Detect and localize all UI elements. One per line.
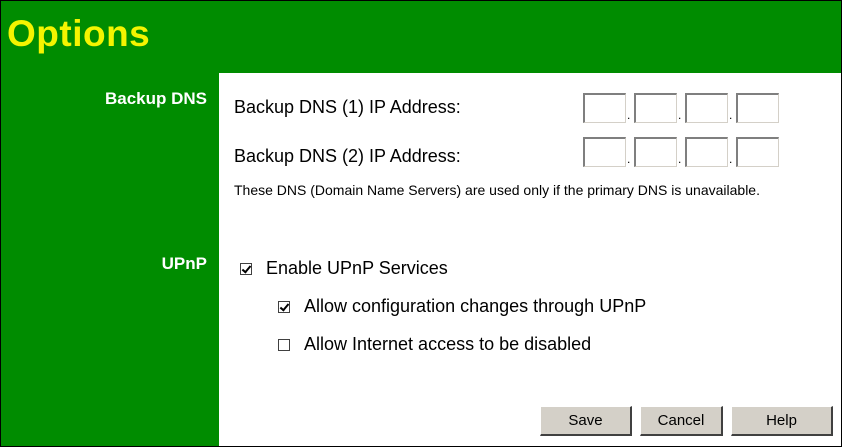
dns2-octet-4[interactable] xyxy=(736,137,779,167)
dns1-octet-3[interactable] xyxy=(685,93,728,123)
dns2-dot-1: . xyxy=(627,152,631,166)
allow-internet-disable-label: Allow Internet access to be disabled xyxy=(304,334,592,354)
save-button[interactable]: Save xyxy=(540,406,632,436)
dns2-label: Backup DNS (2) IP Address: xyxy=(234,146,461,166)
dns2-dot-3: . xyxy=(729,152,733,166)
dns2-dot-2: . xyxy=(678,152,682,166)
dns1-label: Backup DNS (1) IP Address: xyxy=(234,97,461,117)
dns2-octet-1[interactable] xyxy=(583,137,626,167)
dns1-octet-2[interactable] xyxy=(634,93,677,123)
cancel-button[interactable]: Cancel xyxy=(640,406,723,436)
options-frame: Options Backup DNS Backup DNS (1) IP Add… xyxy=(0,0,842,447)
upnp-section-label: UPnP xyxy=(161,254,207,273)
enable-upnp-label: Enable UPnP Services xyxy=(266,258,448,278)
dns1-dot-2: . xyxy=(678,108,682,122)
dns1-octet-1[interactable] xyxy=(583,93,626,123)
enable-upnp-checkbox[interactable] xyxy=(240,262,252,275)
allow-internet-disable-option[interactable]: Allow Internet access to be disabled xyxy=(278,334,591,355)
dns1-dot-1: . xyxy=(627,108,631,122)
dns2-octet-3[interactable] xyxy=(685,137,728,167)
allow-config-changes-option[interactable]: Allow configuration changes through UPnP xyxy=(278,296,646,317)
help-button[interactable]: Help xyxy=(731,406,833,436)
allow-internet-disable-checkbox[interactable] xyxy=(278,338,290,351)
dns2-octet-2[interactable] xyxy=(634,137,677,167)
dns-note: These DNS (Domain Name Servers) are used… xyxy=(234,182,760,198)
allow-config-changes-label: Allow configuration changes through UPnP xyxy=(304,296,647,316)
allow-config-changes-checkbox[interactable] xyxy=(278,300,290,313)
backup-dns-section-label: Backup DNS xyxy=(104,89,207,108)
page-title: Options xyxy=(7,13,151,54)
enable-upnp-option[interactable]: Enable UPnP Services xyxy=(240,258,448,279)
dns1-dot-3: . xyxy=(729,108,733,122)
dns1-octet-4[interactable] xyxy=(736,93,779,123)
